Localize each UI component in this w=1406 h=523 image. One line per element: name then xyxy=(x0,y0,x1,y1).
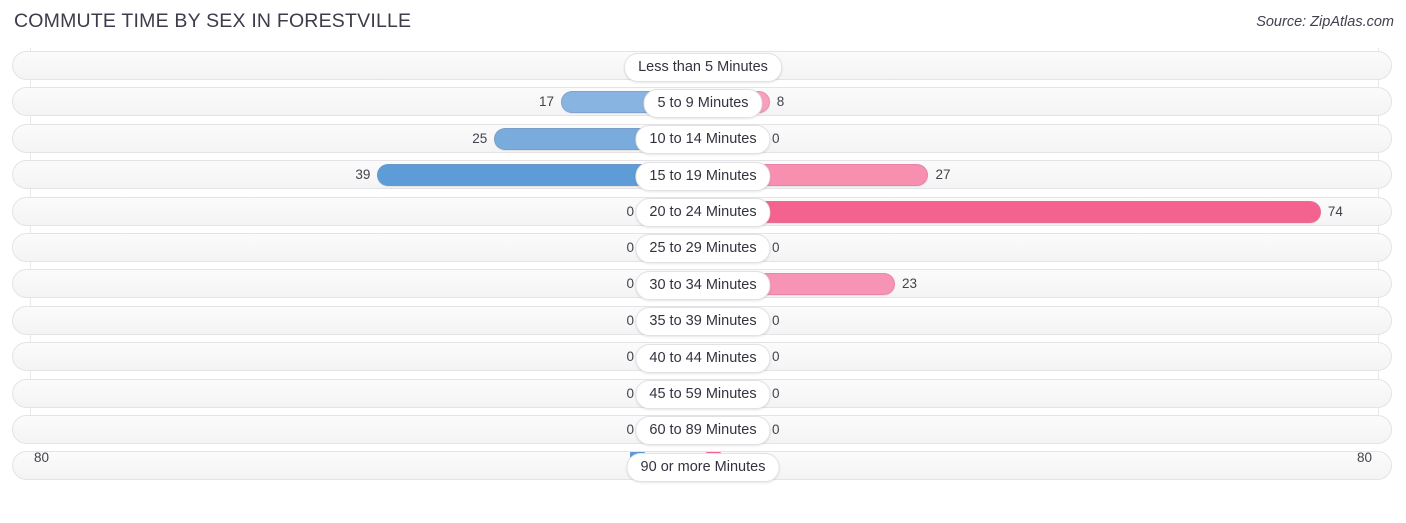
value-label-female: 0 xyxy=(772,312,780,328)
category-label: 10 to 14 Minutes xyxy=(635,125,771,155)
bar-row: 39 27 15 to 19 Minutes xyxy=(0,157,1406,193)
value-label-female: 27 xyxy=(935,167,951,183)
category-label: 5 to 9 Minutes xyxy=(643,88,763,118)
bar-rows: 00Less than 5 Minutes1785 to 9 Minutes25… xyxy=(0,48,1406,485)
value-label-male: 0 xyxy=(626,421,634,437)
bar-row: 0 0 60 to 89 Minutes xyxy=(0,412,1406,448)
bar-row: 0 0 35 to 39 Minutes xyxy=(0,303,1406,339)
value-label-female: 23 xyxy=(902,276,918,292)
value-label-female: 8 xyxy=(776,94,785,110)
value-label-male: 0 xyxy=(626,239,634,255)
category-label: 45 to 59 Minutes xyxy=(635,380,771,410)
bar-row: 0 74 20 to 24 Minutes xyxy=(0,194,1406,230)
category-label: 15 to 19 Minutes xyxy=(635,161,771,191)
value-label-male: 0 xyxy=(626,203,634,219)
category-label: 20 to 24 Minutes xyxy=(635,198,771,228)
value-label-male: 0 xyxy=(626,349,634,365)
category-label: Less than 5 Minutes xyxy=(624,52,782,82)
category-label: 40 to 44 Minutes xyxy=(635,343,771,373)
value-label-female: 0 xyxy=(772,239,780,255)
category-label: 90 or more Minutes xyxy=(626,452,780,482)
value-label-male: 0 xyxy=(626,385,634,401)
value-label-female: 74 xyxy=(1327,203,1343,219)
source-attribution: Source: ZipAtlas.com xyxy=(1256,14,1394,30)
category-label: 35 to 39 Minutes xyxy=(635,307,771,337)
chart-plot-area: 00Less than 5 Minutes1785 to 9 Minutes25… xyxy=(0,48,1406,485)
category-label: 25 to 29 Minutes xyxy=(635,234,771,264)
bar-row: 0 0 25 to 29 Minutes xyxy=(0,230,1406,266)
page-title: COMMUTE TIME BY SEX IN FORESTVILLE xyxy=(14,10,412,32)
value-label-male: 39 xyxy=(355,167,371,183)
bar-row: 0 0 45 to 59 Minutes xyxy=(0,376,1406,412)
category-label: 60 to 89 Minutes xyxy=(635,416,771,446)
bar-row: 25 0 10 to 14 Minutes xyxy=(0,121,1406,157)
value-label-female: 0 xyxy=(772,130,780,146)
bar-row: 17 8 5 to 9 Minutes xyxy=(0,84,1406,120)
value-label-male: 0 xyxy=(626,276,634,292)
value-label-female: 0 xyxy=(772,421,780,437)
category-label: 30 to 34 Minutes xyxy=(635,270,771,300)
bar-row: 00Less than 5 Minutes xyxy=(0,48,1406,84)
value-label-female: 0 xyxy=(772,385,780,401)
chart-header: COMMUTE TIME BY SEX IN FORESTVILLE Sourc… xyxy=(0,0,1406,42)
value-label-male: 17 xyxy=(539,94,555,110)
value-label-male: 0 xyxy=(626,312,634,328)
bar-female[interactable] xyxy=(703,200,1321,223)
value-label-male: 25 xyxy=(472,130,488,146)
bar-row: 0 0 40 to 44 Minutes xyxy=(0,339,1406,375)
bar-row: 0 23 30 to 34 Minutes xyxy=(0,266,1406,302)
value-label-female: 0 xyxy=(772,349,780,365)
